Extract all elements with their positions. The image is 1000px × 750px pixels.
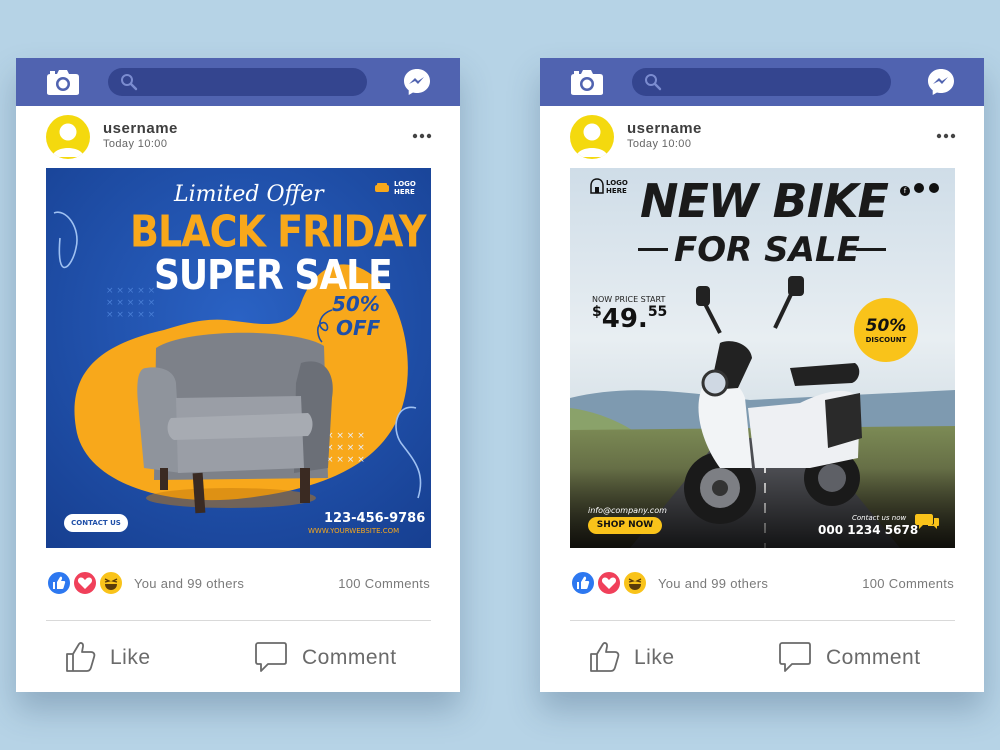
ad-headline: NEW BIKE [640, 174, 889, 228]
post-image-new-bike-ad[interactable]: LOGO HERE f NEW BIKE FOR SALE NOW PRICE … [570, 168, 955, 548]
search-input[interactable] [108, 68, 367, 96]
comment-label: Comment [302, 646, 397, 669]
social-icons: f [900, 180, 939, 198]
more-options-icon[interactable] [412, 132, 432, 140]
post-image-black-friday-ad[interactable]: × × × × × × × × × × × × × × × × × × × × … [46, 168, 431, 548]
contact-us-button[interactable]: CONTACT US [64, 514, 128, 532]
like-label: Like [110, 646, 151, 669]
comment-icon [255, 642, 287, 672]
comments-count[interactable]: 100 Comments [862, 576, 954, 591]
svg-text:× × × × ×: × × × × × [106, 286, 155, 296]
avatar[interactable] [570, 115, 614, 159]
more-options-icon[interactable] [936, 132, 956, 140]
ad-price-label: NOW PRICE START [592, 295, 666, 304]
facebook-icon[interactable]: f [900, 186, 910, 196]
thumbs-up-icon [66, 642, 96, 672]
svg-text:× × × × ×: × × × × × [106, 298, 155, 308]
ad-logo-text: LOGO HERE [606, 179, 628, 195]
reaction-icons[interactable] [570, 570, 648, 596]
reactions-summary[interactable]: You and 99 others [134, 576, 244, 591]
ad-price-currency: $ [592, 304, 602, 320]
ad-logo-line2: HERE [606, 187, 627, 195]
search-icon [645, 74, 662, 91]
helmet-logo-icon [590, 178, 604, 194]
post-timestamp: Today 10:00 [627, 138, 692, 150]
like-button[interactable]: Like [64, 640, 184, 676]
chat-bubbles-icon [915, 514, 939, 529]
ad-price-cents: 55 [647, 304, 668, 320]
ad-logo-line2: HERE [394, 188, 415, 196]
headline-rule-right [856, 248, 886, 251]
post-card: username Today 10:00 × × × × × × × × × ×… [16, 58, 460, 692]
ad-discount-value: 50% [865, 316, 907, 336]
username[interactable]: username [103, 120, 178, 137]
love-reaction-icon [596, 570, 622, 596]
reactions-summary[interactable]: You and 99 others [658, 576, 768, 591]
messenger-icon[interactable] [926, 67, 956, 97]
twitter-icon[interactable] [928, 183, 939, 193]
like-reaction-icon [46, 570, 72, 596]
shop-now-button[interactable]: SHOP NOW [588, 517, 662, 534]
thumbs-up-icon [590, 642, 620, 672]
comment-button[interactable]: Comment [254, 640, 434, 676]
ad-email: info@company.com [588, 506, 667, 515]
like-button[interactable]: Like [588, 640, 708, 676]
ad-logo-text: LOGO HERE [394, 180, 416, 196]
messenger-icon[interactable] [402, 67, 432, 97]
svg-text:× × × ×: × × × × [326, 443, 365, 453]
swirl-arrow-icon [317, 309, 333, 343]
comments-count[interactable]: 100 Comments [338, 576, 430, 591]
ad-script-title: Limited Offer [174, 182, 324, 207]
svg-text:× × × ×: × × × × [326, 431, 365, 441]
comment-button[interactable]: Comment [778, 640, 958, 676]
post-card: username Today 10:00 LOGO HERE f NEW BIK… [540, 58, 984, 692]
app-header [540, 58, 984, 106]
post-timestamp: Today 10:00 [103, 138, 168, 150]
ad-headline: BLACK FRIDAY [130, 206, 426, 257]
comment-label: Comment [826, 646, 921, 669]
like-reaction-icon [570, 570, 596, 596]
instagram-icon[interactable] [914, 183, 925, 193]
ad-price-main: 49. [601, 304, 648, 334]
headline-rule-left [638, 248, 668, 251]
love-reaction-icon [72, 570, 98, 596]
ad-discount-word: OFF [336, 316, 381, 340]
svg-text:× × × ×: × × × × [326, 455, 365, 465]
user-silhouette-icon [576, 123, 608, 157]
avatar[interactable] [46, 115, 90, 159]
ad-discount-value: 50% [332, 292, 380, 316]
comment-icon [779, 642, 811, 672]
ad-phone: 000 1234 5678 [818, 523, 919, 537]
ad-logo-line1: LOGO [394, 180, 416, 188]
ad-website: WWW.YOURWEBSITE.COM [308, 527, 400, 535]
haha-reaction-icon [98, 570, 124, 596]
haha-reaction-icon [622, 570, 648, 596]
ad-phone: 123-456-9786 [324, 511, 426, 526]
username[interactable]: username [627, 120, 702, 137]
divider [46, 620, 431, 621]
like-label: Like [634, 646, 675, 669]
ad-price: $49.55 [592, 304, 667, 334]
sofa-logo-icon [375, 183, 389, 192]
search-icon [121, 74, 138, 91]
svg-text:× × × × ×: × × × × × [106, 310, 155, 320]
camera-icon[interactable] [46, 68, 80, 96]
divider [570, 620, 955, 621]
user-silhouette-icon [52, 123, 84, 157]
reaction-icons[interactable] [46, 570, 124, 596]
search-input[interactable] [632, 68, 891, 96]
ad-contact-label: Contact us now [852, 514, 907, 522]
ad-discount-word: DISCOUNT [865, 336, 907, 344]
ad-subheadline: FOR SALE [674, 230, 860, 270]
app-header [16, 58, 460, 106]
ad-logo-line1: LOGO [606, 179, 628, 187]
camera-icon[interactable] [570, 68, 604, 96]
